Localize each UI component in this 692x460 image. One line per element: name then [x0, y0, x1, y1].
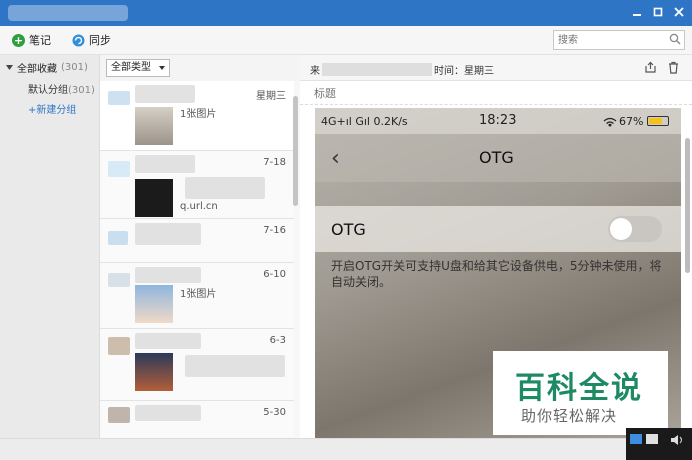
list-item-avatar: [108, 161, 130, 177]
new-note-button[interactable]: + 笔记: [12, 31, 51, 49]
list-item-caption: 1张图片: [180, 289, 217, 300]
new-group-link[interactable]: +新建分组: [28, 101, 76, 116]
sidebar-item-all-favorites[interactable]: 全部收藏 (301): [6, 60, 88, 75]
triangle-down-icon[interactable]: [6, 64, 13, 71]
list-item-thumbnail: [135, 353, 173, 391]
watermark-logo: 百科全说 助你轻松解决: [493, 351, 668, 435]
watermark-sub: 助你轻松解决: [521, 407, 618, 425]
minimize-icon: [633, 14, 641, 16]
list-item-summary-blurred: [185, 177, 265, 199]
list-item[interactable]: 7-16: [100, 219, 294, 263]
list-item-title-blurred: [135, 267, 201, 283]
note-time: 时间：星期三: [434, 66, 494, 77]
phone-battery-text: 67%: [619, 115, 644, 128]
plus-icon: +: [12, 33, 25, 47]
sync-icon: [72, 34, 85, 46]
trash-icon[interactable]: [667, 61, 680, 74]
list-item-title-blurred: [135, 333, 201, 349]
new-note-label: 笔记: [29, 34, 51, 47]
note-source-prefix: 来: [310, 66, 320, 77]
list-item-date: 6-10: [263, 269, 286, 280]
toggle-knob: [610, 218, 632, 240]
list-item-date: 6-3: [269, 335, 286, 346]
note-source-blurred: [322, 63, 432, 76]
content-scrollbar[interactable]: [685, 138, 690, 273]
toolbar: + 笔记 同步: [0, 26, 692, 55]
list-item-caption: q.url.cn: [180, 201, 218, 212]
status-bar: [0, 438, 692, 460]
wifi-icon: [603, 117, 617, 127]
list-item-avatar: [108, 91, 130, 105]
otg-setting-label: OTG: [331, 220, 366, 239]
search-icon[interactable]: [669, 33, 681, 45]
close-button[interactable]: [670, 4, 688, 22]
note-list[interactable]: 1张图片 星期三 q.url.cn 7-18 7-16 1张图片 6-10 6-…: [100, 81, 300, 438]
sidebar-item-default-group[interactable]: 默认分组(301): [28, 81, 95, 96]
list-header: 全部类型: [100, 55, 300, 81]
note-meta: 来 时间：星期三: [310, 62, 494, 77]
list-item-title-blurred: [135, 223, 201, 245]
type-filter-value: 全部类型: [111, 62, 151, 73]
all-favorites-label: 全部收藏: [17, 64, 57, 75]
list-item-avatar: [108, 231, 128, 245]
list-item-caption: 1张图片: [180, 109, 217, 120]
list-item-summary-blurred: [185, 355, 285, 377]
app-window: + 笔记 同步 全部收藏(301) 默认分组(301) +新建分组: [0, 0, 692, 460]
close-icon: [674, 7, 684, 17]
list-item-avatar: [108, 337, 130, 355]
phone-signal-text: 4G+ıl Gıl 0.2K/s: [321, 115, 408, 128]
note-title-input[interactable]: [314, 85, 514, 101]
tray-app-icon[interactable]: [630, 434, 642, 444]
list-item-thumbnail: [135, 285, 173, 323]
list-item-thumbnail: [135, 107, 173, 145]
sync-label: 同步: [89, 34, 111, 47]
maximize-button[interactable]: [649, 4, 667, 22]
otg-toggle: [608, 216, 662, 242]
list-item[interactable]: q.url.cn 7-18: [100, 151, 294, 219]
tray-app-icon[interactable]: [646, 434, 658, 444]
chevron-down-icon: [159, 66, 165, 70]
list-item[interactable]: 5-30: [100, 401, 294, 438]
list-item-title-blurred: [135, 405, 201, 421]
list-item-title-blurred: [135, 155, 195, 173]
battery-icon: [647, 116, 669, 126]
search-input[interactable]: [554, 31, 664, 49]
share-icon[interactable]: [644, 61, 657, 74]
list-item[interactable]: 1张图片 星期三: [100, 81, 294, 151]
back-chevron-icon: ‹: [331, 146, 340, 171]
minimize-button[interactable]: [628, 4, 646, 22]
default-group-count: (301): [68, 85, 95, 96]
list-item-date: 7-16: [263, 225, 286, 236]
phone-time: 18:23: [479, 113, 517, 128]
list-item[interactable]: 1张图片 6-10: [100, 263, 294, 329]
title-bar: [0, 0, 692, 26]
sidebar: 全部收藏 (301) 默认分组(301) +新建分组: [0, 55, 100, 438]
search-box[interactable]: [553, 30, 685, 50]
default-group-label: 默认分组: [28, 85, 68, 96]
list-item-title-blurred: [135, 85, 195, 103]
list-item[interactable]: 6-3: [100, 329, 294, 401]
list-item-date: 7-18: [263, 157, 286, 168]
note-title-field[interactable]: [300, 81, 692, 105]
list-item-date: 星期三: [256, 91, 286, 102]
window-title-blurred: [8, 5, 128, 21]
battery-fill: [649, 118, 662, 124]
sync-button[interactable]: 同步: [72, 31, 111, 49]
list-item-thumbnail: [135, 179, 173, 217]
otg-description: 开启OTG开关可支持U盘和给其它设备供电，5分钟未使用，将自动关闭。: [331, 259, 662, 289]
list-item-avatar: [108, 407, 130, 423]
taskbar-tray: [626, 428, 692, 460]
maximize-icon: [653, 7, 663, 17]
watermark-main: 百科全说: [515, 371, 643, 406]
speaker-icon[interactable]: [670, 434, 684, 446]
list-item-date: 5-30: [263, 407, 286, 418]
all-favorites-count: (301): [61, 62, 88, 73]
list-scrollbar[interactable]: [293, 96, 298, 206]
type-filter-select[interactable]: 全部类型: [106, 59, 170, 77]
detail-header: 来 时间：星期三: [300, 55, 692, 81]
list-item-avatar: [108, 273, 130, 287]
phone-nav-title: OTG: [479, 148, 514, 167]
